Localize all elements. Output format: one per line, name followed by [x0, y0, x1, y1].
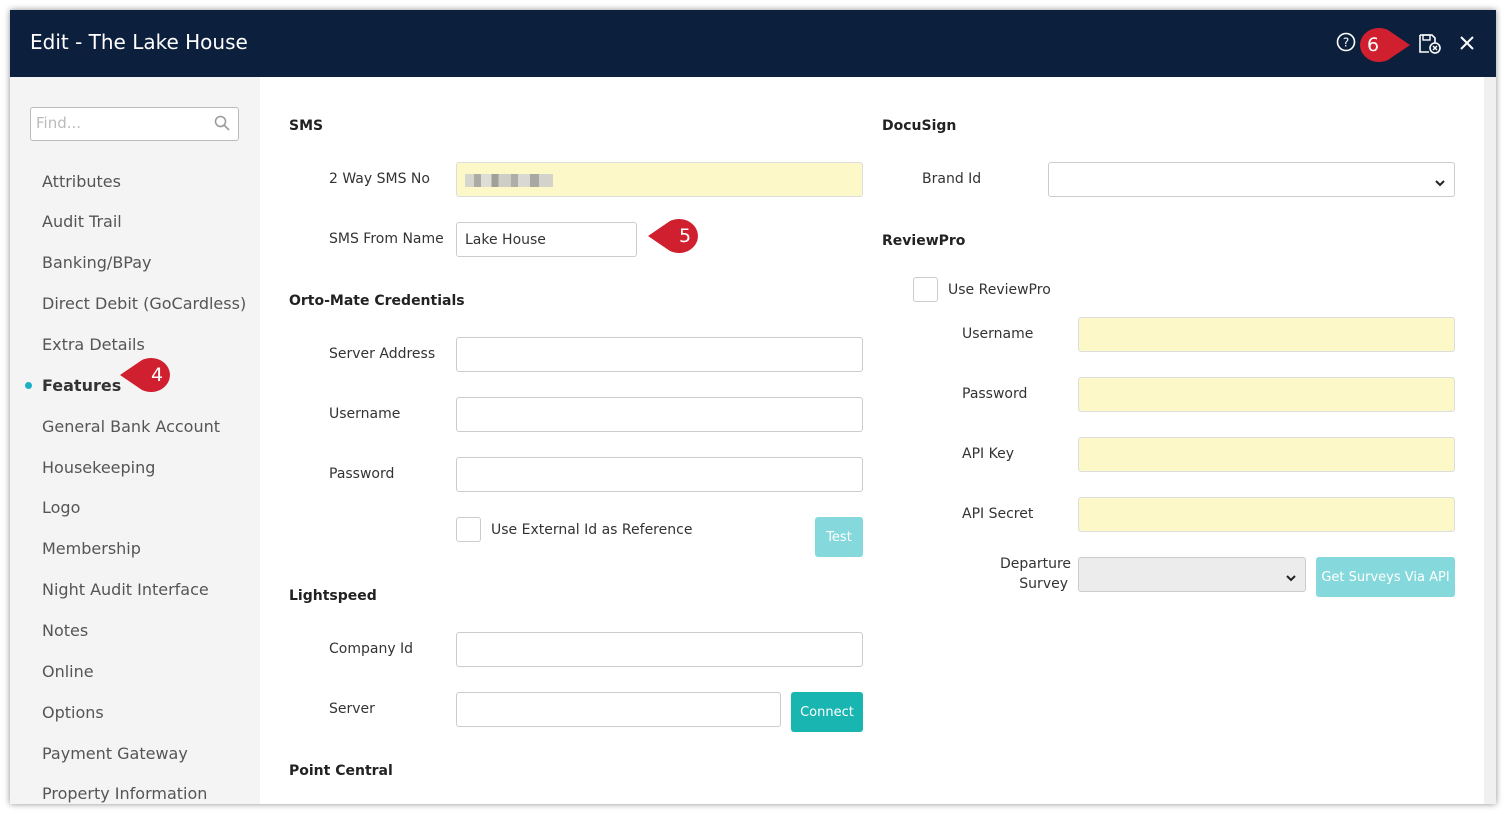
company-id-label: Company Id: [329, 641, 414, 657]
lightspeed-server-label: Server: [329, 701, 375, 717]
sidebar-item-features[interactable]: Features: [42, 376, 121, 395]
docusign-heading: DocuSign: [882, 118, 957, 134]
reviewpro-password-input[interactable]: [1078, 377, 1455, 412]
close-icon[interactable]: [1459, 35, 1475, 55]
sidebar-item-night-audit-interface[interactable]: Night Audit Interface: [42, 580, 209, 599]
reviewpro-username-input[interactable]: [1078, 317, 1455, 352]
departure-survey-label-line2: Survey: [1019, 576, 1068, 592]
reviewpro-heading: ReviewPro: [882, 233, 966, 249]
orto-password-input[interactable]: [456, 457, 863, 492]
connect-button[interactable]: Connect: [791, 692, 863, 732]
dialog-title: Edit - The Lake House: [30, 30, 248, 54]
orto-username-label: Username: [329, 406, 401, 422]
sidebar-item-membership[interactable]: Membership: [42, 539, 141, 558]
company-id-input[interactable]: [456, 632, 863, 667]
departure-survey-label-line1: Departure: [1000, 556, 1072, 572]
sidebar-item-audit-trail[interactable]: Audit Trail: [42, 212, 122, 231]
sidebar-item-logo[interactable]: Logo: [42, 498, 80, 517]
sidebar-item-online[interactable]: Online: [42, 662, 94, 681]
reviewpro-username-label: Username: [962, 326, 1034, 342]
redacted-phone-number: [465, 174, 553, 187]
api-key-input[interactable]: [1078, 437, 1455, 472]
sms-from-name-input[interactable]: [456, 222, 637, 257]
chevron-down-icon: [1434, 174, 1446, 193]
sidebar-item-payment-gateway[interactable]: Payment Gateway: [42, 744, 188, 763]
get-surveys-button[interactable]: Get Surveys Via API: [1316, 557, 1455, 597]
edit-property-dialog: Edit - The Lake House ? Attributes Audit…: [10, 10, 1496, 804]
use-external-id-label: Use External Id as Reference: [491, 522, 693, 538]
brand-id-label: Brand Id: [922, 171, 982, 187]
server-address-label: Server Address: [329, 346, 436, 362]
test-button[interactable]: Test: [815, 517, 863, 557]
callout-marker-5: 5: [646, 216, 708, 256]
use-reviewpro-checkbox[interactable]: [913, 277, 938, 302]
server-address-input[interactable]: [456, 337, 863, 372]
lightspeed-heading: Lightspeed: [289, 588, 377, 604]
lightspeed-server-input[interactable]: [456, 692, 781, 727]
features-panel: SMS 2 Way SMS No SMS From Name Orto-Mate…: [260, 77, 1484, 804]
reviewpro-password-label: Password: [962, 386, 1028, 402]
callout-marker-4: 4: [118, 355, 180, 395]
chevron-down-icon: [1285, 569, 1297, 588]
api-key-label: API Key: [962, 446, 1014, 462]
svg-text:?: ?: [1343, 36, 1349, 50]
two-way-sms-label: 2 Way SMS No: [329, 171, 430, 187]
active-indicator-dot: [25, 382, 32, 389]
point-central-heading: Point Central: [289, 763, 393, 779]
save-close-icon[interactable]: [1418, 33, 1442, 59]
sidebar-item-direct-debit[interactable]: Direct Debit (GoCardless): [42, 294, 246, 313]
api-secret-label: API Secret: [962, 506, 1034, 522]
sidebar-item-housekeeping[interactable]: Housekeeping: [42, 458, 155, 477]
sidebar-item-general-bank-account[interactable]: General Bank Account: [42, 417, 220, 436]
search-icon: [214, 115, 230, 135]
sidebar-item-property-information[interactable]: Property Information: [42, 784, 207, 803]
sidebar: Attributes Audit Trail Banking/BPay Dire…: [10, 77, 260, 804]
find-field[interactable]: [30, 107, 239, 141]
use-external-id-checkbox[interactable]: [456, 517, 481, 542]
titlebar: Edit - The Lake House ?: [10, 10, 1496, 77]
callout-marker-6: 6: [1350, 25, 1412, 65]
orto-mate-heading: Orto-Mate Credentials: [289, 293, 465, 309]
sms-from-name-label: SMS From Name: [329, 231, 444, 247]
brand-id-select[interactable]: [1048, 162, 1455, 197]
sidebar-item-banking-bpay[interactable]: Banking/BPay: [42, 253, 152, 272]
scrollbar[interactable]: [1484, 77, 1496, 804]
sidebar-item-extra-details[interactable]: Extra Details: [42, 335, 145, 354]
sidebar-item-options[interactable]: Options: [42, 703, 104, 722]
find-input[interactable]: [36, 108, 206, 138]
sms-heading: SMS: [289, 118, 324, 134]
api-secret-input[interactable]: [1078, 497, 1455, 532]
use-reviewpro-label: Use ReviewPro: [948, 282, 1051, 298]
sidebar-item-attributes[interactable]: Attributes: [42, 172, 121, 191]
orto-password-label: Password: [329, 466, 395, 482]
departure-survey-select[interactable]: [1078, 557, 1306, 592]
orto-username-input[interactable]: [456, 397, 863, 432]
two-way-sms-input[interactable]: [456, 162, 863, 197]
sidebar-item-notes[interactable]: Notes: [42, 621, 88, 640]
